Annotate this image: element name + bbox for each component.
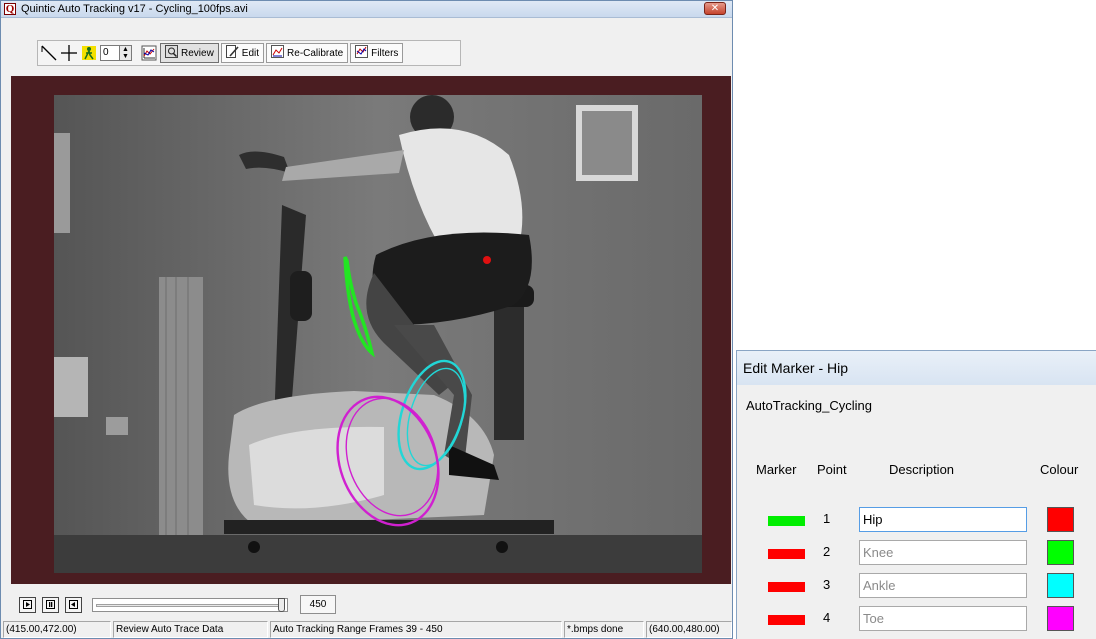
play-button[interactable] bbox=[19, 596, 36, 613]
marker-color-bar[interactable] bbox=[768, 615, 805, 625]
filters-icon bbox=[355, 45, 369, 61]
marker-description-input[interactable]: Hip bbox=[859, 507, 1027, 532]
spinner-arrows-icon[interactable]: ▲ ▼ bbox=[120, 45, 132, 61]
slider-thumb[interactable] bbox=[278, 597, 285, 612]
marker-description-input[interactable]: Knee bbox=[859, 540, 1027, 565]
marker-row: 1 Hip bbox=[737, 507, 1096, 533]
review-button[interactable]: Review bbox=[160, 43, 219, 63]
header-point: Point bbox=[817, 462, 847, 477]
marker-point: 2 bbox=[823, 544, 831, 559]
rewind-icon bbox=[69, 600, 78, 609]
header-colour: Colour bbox=[1040, 462, 1079, 477]
app-icon: Q bbox=[4, 3, 16, 15]
figure-tool-icon[interactable] bbox=[80, 43, 98, 63]
pause-icon bbox=[46, 600, 55, 609]
window-title: Quintic Auto Tracking v17 - Cycling_100f… bbox=[21, 3, 248, 15]
status-resolution: (640.00,480.00) bbox=[646, 621, 732, 638]
status-mode: Review Auto Trace Data bbox=[113, 621, 268, 638]
dialog-subtitle: AutoTracking_Cycling bbox=[746, 398, 872, 413]
filters-label: Filters bbox=[371, 47, 399, 59]
frame-slider[interactable] bbox=[92, 597, 288, 612]
main-window: Q Quintic Auto Tracking v17 - Cycling_10… bbox=[0, 0, 733, 639]
marker-row: 4 Toe bbox=[737, 606, 1096, 632]
marker-color-bar[interactable] bbox=[768, 582, 805, 592]
status-coords: (415.00,472.00) bbox=[3, 621, 111, 638]
marker-point: 3 bbox=[823, 577, 831, 592]
edit-icon bbox=[225, 45, 239, 61]
header-description: Description bbox=[889, 462, 955, 477]
edit-marker-dialog: Edit Marker - Hip AutoTracking_Cycling M… bbox=[736, 350, 1096, 639]
edit-button[interactable]: Edit bbox=[220, 43, 265, 63]
colour-swatch[interactable] bbox=[1047, 540, 1074, 565]
video-viewport bbox=[11, 76, 731, 584]
header-marker: Marker bbox=[756, 462, 797, 477]
title-bar[interactable]: Q Quintic Auto Tracking v17 - Cycling_10… bbox=[1, 1, 732, 18]
marker-row: 2 Knee bbox=[737, 540, 1096, 566]
status-range: Auto Tracking Range Frames 39 - 450 bbox=[270, 621, 562, 638]
frame-step-spinner[interactable]: 0 ▲ ▼ bbox=[100, 44, 132, 62]
frame-number[interactable]: 450 bbox=[300, 595, 336, 614]
marker-point: 1 bbox=[823, 511, 831, 526]
marker-color-bar[interactable] bbox=[768, 549, 805, 559]
review-icon bbox=[165, 45, 178, 61]
recalibrate-label: Re-Calibrate bbox=[287, 47, 344, 59]
pause-button[interactable] bbox=[42, 596, 59, 613]
colour-swatch[interactable] bbox=[1047, 606, 1074, 631]
marker-color-bar[interactable] bbox=[768, 516, 805, 526]
toolbar: 0 ▲ ▼ Review Edit Re-Calibrate Filters bbox=[37, 40, 461, 66]
status-bar: (415.00,472.00) Review Auto Trace Data A… bbox=[3, 621, 732, 638]
status-bmps: *.bmps done bbox=[564, 621, 644, 638]
recalibrate-icon bbox=[271, 45, 285, 61]
marker-description-input[interactable]: Ankle bbox=[859, 573, 1027, 598]
playback-controls: 450 bbox=[19, 595, 336, 614]
recalibrate-button[interactable]: Re-Calibrate bbox=[266, 43, 349, 63]
slider-track bbox=[96, 603, 279, 607]
play-icon bbox=[23, 600, 32, 609]
review-label: Review bbox=[181, 47, 214, 59]
colour-swatch[interactable] bbox=[1047, 573, 1074, 598]
colour-swatch[interactable] bbox=[1047, 507, 1074, 532]
close-button[interactable]: ✕ bbox=[704, 2, 726, 15]
rewind-button[interactable] bbox=[65, 596, 82, 613]
line-tool-icon[interactable] bbox=[40, 43, 58, 63]
edit-label: Edit bbox=[241, 47, 260, 59]
dialog-title[interactable]: Edit Marker - Hip bbox=[737, 351, 1096, 385]
filters-button[interactable]: Filters bbox=[350, 43, 404, 63]
marker-point: 4 bbox=[823, 610, 831, 625]
graph-icon[interactable] bbox=[140, 43, 158, 63]
marker-row: 3 Ankle bbox=[737, 573, 1096, 599]
spinner-value[interactable]: 0 bbox=[100, 45, 120, 61]
marker-description-input[interactable]: Toe bbox=[859, 606, 1027, 631]
crosshair-tool-icon[interactable] bbox=[60, 43, 78, 63]
video-frame-image[interactable] bbox=[54, 95, 702, 573]
